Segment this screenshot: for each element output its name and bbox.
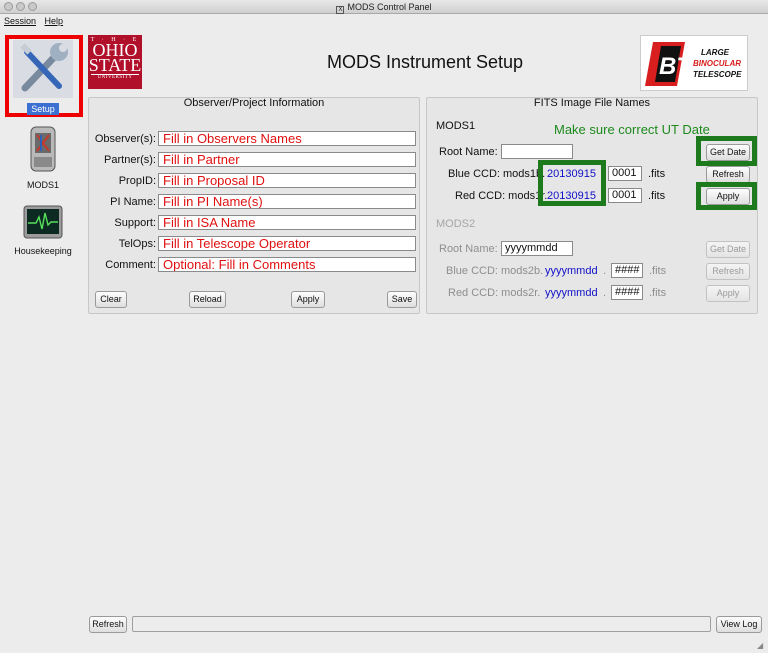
housekeeping-monitor-icon (23, 205, 63, 239)
propid-field[interactable]: Fill in Proposal ID (158, 173, 416, 188)
mods2-root-name-input[interactable]: yyyymmdd (501, 241, 573, 256)
support-field[interactable]: Fill in ISA Name (158, 215, 416, 230)
footer-refresh-button[interactable]: Refresh (89, 616, 127, 633)
mods1-red-ext: .fits (648, 190, 666, 202)
observer-label: Observer(s): (94, 133, 156, 145)
lbt-logo-mark-text: BT (659, 53, 693, 80)
sidebar-item-setup[interactable]: Setup (0, 40, 86, 115)
menu-session-label: Session (4, 16, 37, 26)
mods1-root-name-input[interactable] (501, 144, 573, 159)
mods2-red-ccd-label: Red CCD: mods2r. (448, 287, 541, 299)
mods2-blue-sep: . (603, 265, 607, 277)
fits-panel-title: FITS Image File Names (533, 97, 651, 109)
apply-highlight-box (696, 182, 757, 210)
menu-help-label: Help (44, 16, 64, 26)
minimize-window-button[interactable] (16, 2, 25, 11)
support-label: Support: (114, 217, 156, 229)
mods2-red-ext: .fits (649, 287, 667, 299)
view-log-button[interactable]: View Log (716, 616, 762, 633)
osu-logo-line2b: STATE (88, 55, 142, 75)
mods2-blue-ccd-label: Blue CCD: mods2b. (446, 265, 544, 277)
lbt-logo-line2: BINOCULAR (693, 59, 741, 68)
observer-project-panel: Observer/Project Information Observer(s)… (88, 97, 420, 314)
window-title: MODS Control Panel (347, 2, 432, 12)
get-date-highlight-box (696, 136, 757, 166)
lbt-logo: BT LARGE BINOCULAR TELESCOPE (640, 35, 748, 91)
propid-label: PropID: (118, 175, 156, 187)
mods1-blue-number-input[interactable]: 0001 (608, 166, 642, 181)
sidebar-item-housekeeping-label: Housekeeping (14, 246, 72, 256)
ut-date-annotation: Make sure correct UT Date (554, 122, 710, 137)
window-titlebar: X MODS Control Panel (0, 0, 768, 14)
comment-label: Comment: (105, 259, 156, 271)
lbt-logo-line1: LARGE (701, 48, 730, 57)
zoom-window-button[interactable] (28, 2, 37, 11)
mods1-root-name-label: Root Name: (439, 146, 498, 158)
mods2-get-date-button[interactable]: Get Date (706, 241, 750, 258)
mods2-apply-button[interactable]: Apply (706, 285, 750, 302)
mods1-blue-ext: .fits (648, 168, 666, 180)
mods1-refresh-button[interactable]: Refresh (706, 166, 750, 183)
reload-button[interactable]: Reload (189, 291, 226, 308)
page-title: MODS Instrument Setup (326, 52, 524, 72)
partner-label: Partner(s): (104, 154, 156, 166)
menu-session[interactable]: Session (4, 16, 36, 26)
mods2-blue-ext: .fits (649, 265, 667, 277)
partner-field[interactable]: Fill in Partner (158, 152, 416, 167)
menu-bar: Session Help (0, 14, 768, 29)
mods1-red-ccd-label: Red CCD: mods1r. (455, 190, 548, 202)
pi-name-field[interactable]: Fill in PI Name(s) (158, 194, 416, 209)
telops-label: TelOps: (118, 238, 156, 250)
app-icon: X (336, 6, 345, 14)
mods2-blue-number-input[interactable]: #### (611, 263, 643, 278)
mods2-red-sep: . (603, 287, 607, 299)
mods2-blue-date: yyyymmdd (545, 265, 598, 277)
mods2-section-label: MODS2 (436, 218, 476, 230)
observer-field[interactable]: Fill in Observers Names (158, 131, 416, 146)
mods1-blue-ccd-label: Blue CCD: mods1b. (448, 168, 546, 180)
observer-panel-title: Observer/Project Information (183, 97, 325, 109)
resize-grip-icon[interactable]: ◢ (757, 642, 765, 650)
mods2-root-name-label: Root Name: (439, 243, 498, 255)
clear-button[interactable]: Clear (95, 291, 127, 308)
ut-date-highlight-box (538, 160, 606, 206)
close-window-button[interactable] (4, 2, 13, 11)
pi-name-label: PI Name: (110, 196, 156, 208)
lbt-logo-line3: TELESCOPE (693, 70, 742, 79)
sidebar-item-setup-label: Setup (27, 103, 59, 115)
mods2-refresh-button[interactable]: Refresh (706, 263, 750, 280)
mods1-red-number-input[interactable]: 0001 (608, 188, 642, 203)
sidebar: Setup MODS1 Housekeeping (0, 30, 86, 630)
mods1-section-label: MODS1 (436, 120, 476, 132)
setup-tools-icon (13, 40, 73, 98)
mods2-red-date: yyyymmdd (545, 287, 598, 299)
fits-file-names-panel: FITS Image File Names MODS1 Make sure co… (426, 97, 758, 314)
sidebar-item-mods1[interactable]: MODS1 (0, 121, 86, 190)
comment-field[interactable]: Optional: Fill in Comments (158, 257, 416, 272)
sidebar-item-housekeeping[interactable]: Housekeeping (0, 205, 86, 256)
osu-logo: T · H · E OHIO STATE UNIVERSITY (88, 35, 142, 89)
telops-field[interactable]: Fill in Telescope Operator (158, 236, 416, 251)
mods1-instrument-icon (30, 126, 56, 172)
observer-apply-button[interactable]: Apply (291, 291, 325, 308)
sidebar-item-mods1-label: MODS1 (26, 180, 59, 190)
status-bar (132, 616, 711, 632)
menu-help[interactable]: Help (45, 16, 64, 26)
osu-logo-line3: UNIVERSITY (91, 74, 139, 80)
mods2-red-number-input[interactable]: #### (611, 285, 643, 300)
save-button[interactable]: Save (387, 291, 417, 308)
lbt-logo-mark: BT LARGE BINOCULAR TELESCOPE (645, 42, 742, 86)
